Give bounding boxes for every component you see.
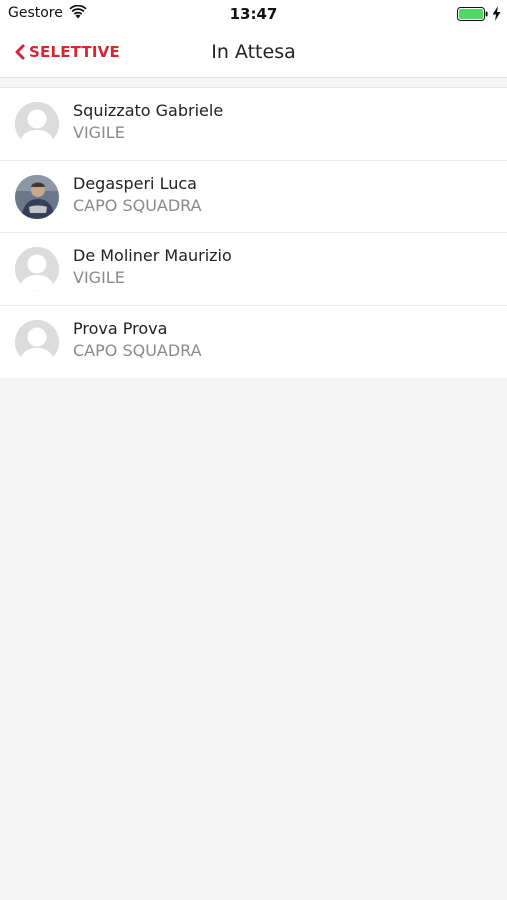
person-role: CAPO SQUADRA — [73, 195, 202, 215]
avatar-photo — [15, 174, 59, 219]
avatar-placeholder-icon — [15, 247, 59, 291]
list-item[interactable]: De Moliner Maurizio VIGILE — [0, 233, 507, 306]
person-name: De Moliner Maurizio — [73, 246, 232, 265]
list-item[interactable]: Squizzato Gabriele VIGILE — [0, 88, 507, 161]
list-item[interactable]: Prova Prova CAPO SQUADRA — [0, 306, 507, 379]
person-name: Prova Prova — [73, 318, 168, 338]
people-list: Squizzato Gabriele VIGILE Degasperi Luca… — [0, 87, 507, 378]
status-time: 13:47 — [229, 5, 278, 23]
page-title: In Attesa — [211, 41, 296, 63]
person-role: VIGILE — [73, 268, 125, 287]
avatar-placeholder-icon — [15, 102, 59, 146]
avatar-placeholder-icon — [15, 319, 59, 364]
list-item[interactable]: Degasperi Luca CAPO SQUADRA — [0, 161, 507, 233]
person-role: CAPO SQUADRA — [73, 340, 202, 360]
person-name: Squizzato Gabriele — [73, 101, 224, 120]
battery-icon — [457, 7, 488, 21]
person-name: Degasperi Luca — [73, 173, 197, 193]
person-role: VIGILE — [73, 123, 125, 142]
status-bar: Gestore 13:47 — [0, 0, 507, 28]
charging-bolt-icon — [492, 6, 501, 21]
navigation-bar: SELETTIVE In Attesa — [0, 28, 507, 78]
